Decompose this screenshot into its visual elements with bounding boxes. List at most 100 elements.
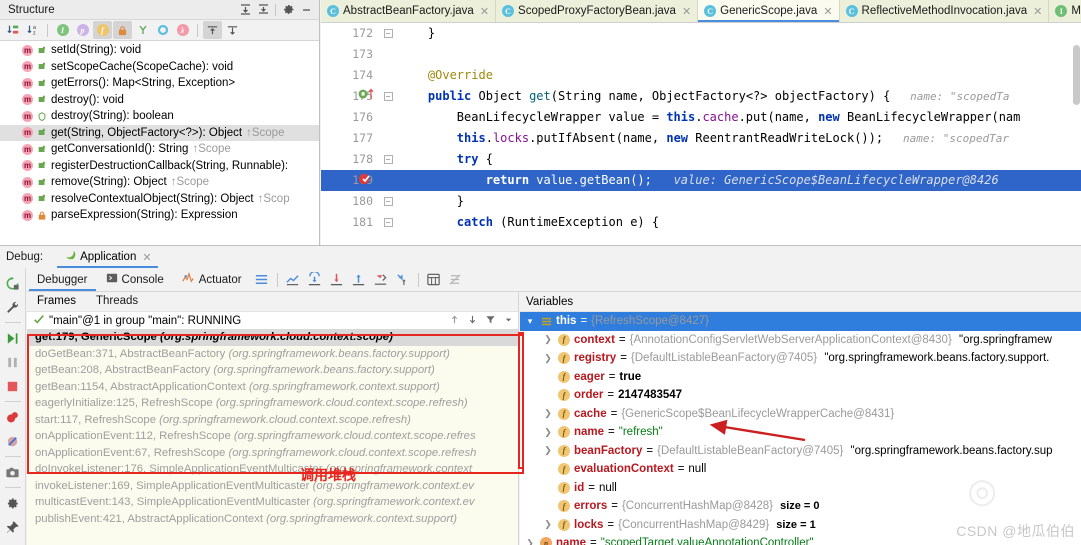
override-impl-icon[interactable] — [357, 86, 379, 107]
mute-breakpoints-toolbar-icon[interactable] — [446, 270, 466, 290]
frame-row[interactable]: doGetBean:371, AbstractBeanFactory (org.… — [27, 346, 518, 363]
down-arrow-icon[interactable] — [467, 314, 478, 328]
lambdas-icon[interactable]: λ — [173, 21, 192, 39]
variable-row[interactable]: ❯ f beanFactory = {DefaultListableBeanFactor… — [520, 442, 1081, 461]
structure-item[interactable]: m registerDestructionCallback(String, Run… — [0, 158, 319, 175]
tab-actuator[interactable]: Actuator — [174, 268, 250, 291]
fold-marker-icon[interactable]: − — [381, 212, 395, 233]
editor-tab[interactable]: C ReflectiveMethodInvocation.java ✕ — [839, 0, 1050, 22]
collapse-all-icon[interactable] — [254, 1, 272, 19]
camera-snapshot-icon[interactable] — [2, 461, 24, 483]
expand-chevron-icon[interactable]: ❯ — [542, 334, 554, 345]
resume-program-icon[interactable] — [2, 327, 24, 349]
variable-row[interactable]: ▾ this = {RefreshScope@8427} — [520, 312, 1081, 331]
code-line[interactable]: 175− public Object get(String name, Obje… — [321, 86, 1081, 107]
frame-row[interactable]: onApplicationEvent:67, RefreshScope (org… — [27, 445, 518, 462]
fold-marker-icon[interactable]: − — [381, 86, 395, 107]
close-icon[interactable]: ✕ — [478, 5, 489, 18]
structure-item[interactable]: m setId(String): void — [0, 42, 319, 59]
structure-item[interactable]: m setScopeCache(ScopeCache): void — [0, 59, 319, 76]
pause-program-icon[interactable] — [2, 351, 24, 373]
code-line[interactable]: 173 — [321, 44, 1081, 65]
tab-console[interactable]: Console — [98, 268, 172, 291]
expand-chevron-icon[interactable]: ▾ — [524, 316, 536, 327]
minimize-icon[interactable] — [297, 1, 315, 19]
editor-tab[interactable]: C ScopedProxyFactoryBean.java ✕ — [496, 0, 699, 22]
code-line[interactable]: 179 return value.getBean(); value: Gener… — [321, 170, 1081, 191]
editor-tabbar[interactable]: C AbstractBeanFactory.java ✕ C ScopedProxyFa… — [321, 0, 1081, 23]
frame-row[interactable]: publishEvent:421, AbstractApplicationCon… — [27, 511, 518, 528]
expand-chevron-icon[interactable]: ❯ — [524, 538, 536, 545]
frame-row[interactable]: eagerlyInitialize:125, RefreshScope (org… — [27, 395, 518, 412]
code-line[interactable]: 181− catch (RuntimeException e) { — [321, 212, 1081, 233]
variable-row[interactable]: f eager = true — [520, 368, 1081, 387]
frame-row[interactable]: onApplicationEvent:112, RefreshScope (or… — [27, 428, 518, 445]
tab-debugger[interactable]: Debugger — [29, 268, 96, 291]
close-icon[interactable]: ✕ — [680, 5, 691, 18]
scroll-to-source-icon[interactable] — [223, 21, 242, 39]
editor-scrollbar[interactable] — [1073, 45, 1080, 105]
code-line[interactable]: 176 BeanLifecycleWrapper value = this.ca… — [321, 107, 1081, 128]
view-breakpoints-icon[interactable] — [2, 406, 24, 428]
frame-row[interactable]: invokeListener:169, SimpleApplicationEve… — [27, 478, 518, 495]
wrench-settings-icon[interactable] — [2, 296, 24, 318]
editor-tab[interactable]: C AbstractBeanFactory.java ✕ — [321, 0, 497, 22]
structure-item[interactable]: m getErrors(): Map<String, Exception> — [0, 75, 319, 92]
frame-row[interactable]: start:117, RefreshScope (org.springframe… — [27, 412, 518, 429]
variable-row[interactable]: ❯ f cache = {GenericScope$BeanLifecycleWrapp… — [520, 405, 1081, 424]
scroll-from-source-icon[interactable] — [203, 21, 222, 39]
frame-row[interactable]: getBean:208, AbstractBeanFactory (org.sp… — [27, 362, 518, 379]
frame-row[interactable]: multicastEvent:143, SimpleApplicationEve… — [27, 494, 518, 511]
debug-session-tab[interactable]: Application ✕ — [57, 246, 159, 268]
properties-icon[interactable]: p — [73, 21, 92, 39]
code-line[interactable]: 172− } — [321, 23, 1081, 44]
dropdown-icon[interactable] — [503, 314, 514, 328]
variable-row[interactable]: ❯ f name = "refresh" — [520, 423, 1081, 442]
pin-icon[interactable] — [2, 516, 24, 538]
variable-row[interactable]: f order = 2147483547 — [520, 386, 1081, 405]
editor-tab[interactable]: IMethodInterceptor — [1049, 0, 1081, 22]
sort-alphabetically-icon[interactable]: az — [23, 21, 42, 39]
gear-icon[interactable] — [279, 1, 297, 19]
stop-icon[interactable] — [2, 375, 24, 397]
structure-item[interactable]: m destroy(): void — [0, 92, 319, 109]
fields-icon[interactable]: f — [93, 21, 112, 39]
code-area[interactable]: 172− }173174 @Override175− public Object… — [321, 23, 1081, 245]
structure-item[interactable]: m parseExpression(String): Expression — [0, 207, 319, 224]
expand-chevron-icon[interactable]: ❯ — [542, 408, 554, 419]
non-public-icon[interactable] — [113, 21, 132, 39]
structure-item[interactable]: m get(String, ObjectFactory<?>): Object ↑S… — [0, 124, 319, 141]
editor-tab[interactable]: C GenericScope.java ✕ — [698, 0, 840, 22]
mute-breakpoints-icon[interactable] — [2, 430, 24, 452]
evaluate-expression-icon[interactable] — [424, 270, 444, 290]
fold-marker-icon[interactable]: − — [381, 149, 395, 170]
step-into-icon[interactable] — [327, 270, 347, 290]
rerun-icon[interactable] — [2, 272, 24, 294]
frame-row[interactable]: doInvokeListener:176, SimpleApplicationE… — [27, 461, 518, 478]
code-line[interactable]: 177 this.locks.putIfAbsent(name, new Ree… — [321, 128, 1081, 149]
sort-by-visibility-icon[interactable] — [3, 21, 22, 39]
structure-items-list[interactable]: m setId(String): void m setScopeCache(Scope… — [0, 41, 319, 245]
structure-item[interactable]: m getConversationId(): String ↑Scope — [0, 141, 319, 158]
frame-row[interactable]: getBean:1154, AbstractApplicationContext… — [27, 379, 518, 396]
structure-item[interactable]: m destroy(String): boolean — [0, 108, 319, 125]
inherited-members-icon[interactable]: I — [53, 21, 72, 39]
code-line[interactable]: 174 @Override — [321, 65, 1081, 86]
close-icon[interactable]: ✕ — [140, 251, 151, 264]
settings-gear-icon[interactable] — [2, 492, 24, 514]
run-to-cursor-icon[interactable] — [393, 270, 413, 290]
layout-settings-icon[interactable] — [252, 270, 272, 290]
tab-threads[interactable]: Threads — [86, 292, 148, 311]
anonymous-classes-icon[interactable] — [133, 21, 152, 39]
tab-frames[interactable]: Frames — [27, 292, 86, 311]
code-line[interactable]: 178− try { — [321, 149, 1081, 170]
code-line[interactable]: 180− } — [321, 191, 1081, 212]
expand-chevron-icon[interactable]: ❯ — [542, 445, 554, 456]
frames-tabs[interactable]: Frames Threads — [27, 292, 518, 312]
frame-row[interactable]: get:179, GenericScope (org.springframewo… — [27, 329, 518, 346]
close-icon[interactable]: ✕ — [821, 5, 832, 18]
breakpoint-hit-icon[interactable] — [357, 170, 379, 191]
variable-row[interactable]: ❯ f context = {AnnotationConfigServletWebSer… — [520, 331, 1081, 350]
step-out-icon[interactable] — [371, 270, 391, 290]
expand-chevron-icon[interactable]: ❯ — [542, 519, 554, 530]
